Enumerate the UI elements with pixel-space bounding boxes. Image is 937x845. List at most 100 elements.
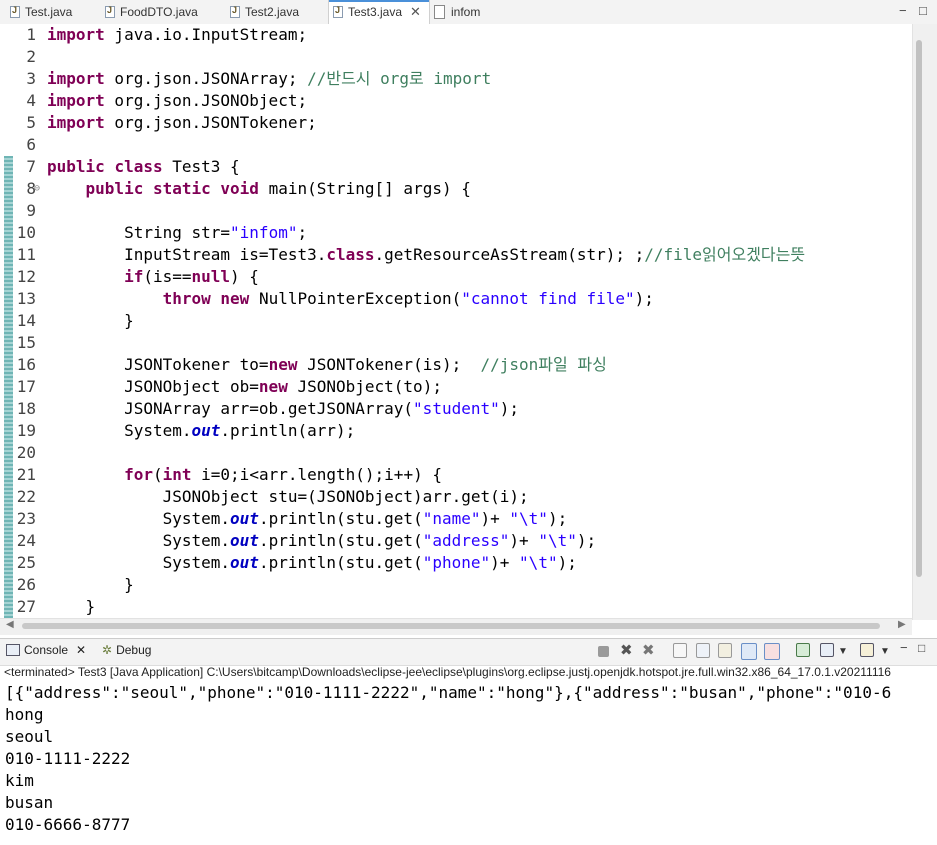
show-on-stdout-icon[interactable]: [741, 643, 757, 660]
line-number: 8: [26, 179, 36, 198]
fold-toggle-icon[interactable]: ⊖: [34, 178, 40, 200]
code-text: InputStream is=Test3.class.getResourceAs…: [47, 245, 806, 264]
code-line[interactable]: 8 ⊖ public static void main(String[] args…: [0, 178, 905, 200]
clear-console-icon[interactable]: [673, 643, 687, 658]
horizontal-scroll-thumb[interactable]: [22, 623, 880, 629]
debug-bug-icon: ✲: [102, 643, 113, 657]
minimize-view-button[interactable]: −: [900, 640, 916, 656]
line-number: 16: [16, 355, 36, 374]
line-number: 3: [26, 69, 36, 88]
close-tab-icon[interactable]: ✕: [410, 4, 421, 20]
minimize-button[interactable]: −: [899, 3, 907, 18]
vertical-scroll-thumb[interactable]: [916, 40, 922, 577]
code-text: import org.json.JSONTokener;: [47, 113, 317, 132]
close-console-icon[interactable]: ✕: [76, 643, 86, 657]
code-line[interactable]: 25 System.out.println(stu.get("phone")+ …: [0, 552, 905, 574]
line-number: 24: [16, 531, 36, 550]
show-on-stderr-icon[interactable]: [764, 643, 780, 660]
code-text: public static void main(String[] args) {: [85, 179, 471, 198]
open-console-dropdown-icon[interactable]: ▼: [880, 646, 896, 662]
tab-fooddto-java[interactable]: FoodDTO.java: [105, 0, 198, 24]
code-text: System.out.println(stu.get("name")+ "\t"…: [47, 509, 568, 528]
java-file-icon: [105, 5, 115, 18]
console-line: 010-6666-8777: [5, 815, 131, 834]
display-console-icon[interactable]: [820, 643, 834, 657]
display-console-dropdown-icon[interactable]: ▼: [838, 646, 854, 662]
line-number: 26: [16, 575, 36, 594]
maximize-view-button[interactable]: □: [918, 641, 934, 657]
code-line[interactable]: 26 }: [0, 574, 905, 596]
console-line: kim: [5, 771, 34, 790]
code-line[interactable]: 13 throw new NullPointerException("canno…: [0, 288, 905, 310]
code-line[interactable]: 5 import org.json.JSONTokener;: [0, 112, 905, 134]
code-line[interactable]: 20: [0, 442, 905, 464]
maximize-button[interactable]: □: [919, 3, 927, 18]
code-line[interactable]: 22 JSONObject stu=(JSONObject)arr.get(i)…: [0, 486, 905, 508]
code-line[interactable]: 19 System.out.println(arr);: [0, 420, 905, 442]
code-line[interactable]: 24 System.out.println(stu.get("address")…: [0, 530, 905, 552]
code-line[interactable]: 3 import org.json.JSONArray; //반드시 org로 i…: [0, 68, 905, 90]
tab-test3-java[interactable]: Test3.java ✕: [328, 0, 430, 24]
code-line[interactable]: 27 }: [0, 596, 905, 618]
code-text: if(is==null) {: [124, 267, 259, 286]
code-text: }: [47, 575, 134, 594]
line-number: 7: [26, 157, 36, 176]
line-number: 27: [16, 597, 36, 616]
code-line[interactable]: 1 import java.io.InputStream;: [0, 24, 905, 46]
code-text: System.out.println(arr);: [47, 421, 356, 440]
code-line[interactable]: 4 import org.json.JSONObject;: [0, 90, 905, 112]
code-line[interactable]: 15: [0, 332, 905, 354]
open-console-icon[interactable]: [860, 643, 874, 657]
code-text: JSONObject stu=(JSONObject)arr.get(i);: [47, 487, 529, 506]
code-line[interactable]: 10 String str="infom";: [0, 222, 905, 244]
line-number: 11: [16, 245, 36, 264]
console-line: 010-1111-2222: [5, 749, 131, 768]
text-file-icon: [434, 5, 445, 19]
tab-debug[interactable]: ✲ Debug: [102, 643, 151, 657]
code-line[interactable]: 6: [0, 134, 905, 156]
java-file-icon: [333, 5, 343, 18]
code-line[interactable]: 16 JSONTokener to=new JSONTokener(is); /…: [0, 354, 905, 376]
remove-launch-icon[interactable]: ✖: [620, 641, 636, 659]
tab-console[interactable]: Console ✕: [6, 643, 86, 657]
tab-test2-java[interactable]: Test2.java: [230, 0, 299, 24]
scroll-left-icon[interactable]: ◀: [6, 619, 14, 630]
tab-infom[interactable]: infom: [434, 0, 480, 24]
code-line[interactable]: 7 public class Test3 {: [0, 156, 905, 178]
pin-console-icon[interactable]: [796, 643, 810, 657]
code-line[interactable]: 21 for(int i=0;i<arr.length();i++) {: [0, 464, 905, 486]
code-line[interactable]: 18 JSONArray arr=ob.getJSONArray("studen…: [0, 398, 905, 420]
line-number: 4: [26, 91, 36, 110]
remove-all-terminated-icon[interactable]: ✖: [642, 641, 658, 659]
code-line[interactable]: 11 InputStream is=Test3.class.getResourc…: [0, 244, 905, 266]
code-line[interactable]: 2: [0, 46, 905, 68]
line-number: 21: [16, 465, 36, 484]
code-text: import java.io.InputStream;: [47, 25, 308, 44]
line-number: 25: [16, 553, 36, 572]
line-number: 13: [16, 289, 36, 308]
console-tab-label: Console: [24, 643, 69, 657]
code-line[interactable]: 23 System.out.println(stu.get("name")+ "…: [0, 508, 905, 530]
code-text: System.out.println(stu.get("phone")+ "\t…: [47, 553, 577, 572]
console-line: hong: [5, 705, 44, 724]
word-wrap-icon[interactable]: [718, 643, 732, 658]
terminated-status: <terminated> Test3 [Java Application] C:…: [4, 665, 891, 679]
scroll-right-icon[interactable]: ▶: [898, 619, 906, 630]
code-line[interactable]: 14 }: [0, 310, 905, 332]
code-line[interactable]: 12 if(is==null) {: [0, 266, 905, 288]
console-line: busan: [5, 793, 54, 812]
code-text: public class Test3 {: [47, 157, 240, 176]
line-number: 17: [16, 377, 36, 396]
code-line[interactable]: 17 JSONObject ob=new JSONObject(to);: [0, 376, 905, 398]
line-number: 12: [16, 267, 36, 286]
terminate-icon[interactable]: [598, 646, 609, 657]
tab-label: Test.java: [25, 5, 73, 19]
code-text: JSONObject ob=new JSONObject(to);: [47, 377, 442, 396]
tab-test-java[interactable]: Test.java: [10, 0, 72, 24]
line-number: 18: [16, 399, 36, 418]
scroll-lock-icon[interactable]: [696, 643, 710, 658]
tab-label: FoodDTO.java: [120, 5, 198, 19]
line-number: 2: [26, 47, 36, 66]
code-text: System.out.println(stu.get("address")+ "…: [47, 531, 597, 550]
code-line[interactable]: 9: [0, 200, 905, 222]
